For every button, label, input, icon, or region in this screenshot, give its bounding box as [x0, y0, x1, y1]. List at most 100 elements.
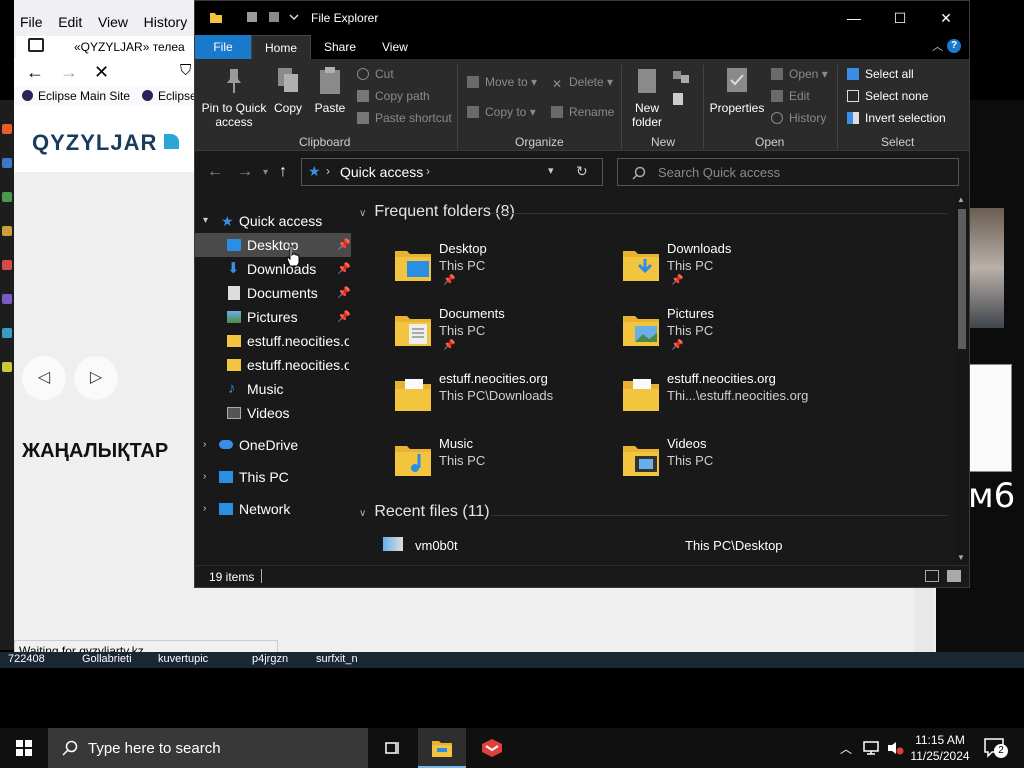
- address-dropdown-icon[interactable]: ▾: [548, 164, 554, 177]
- nav-music[interactable]: ♪ Music: [195, 377, 351, 401]
- scroll-down-icon[interactable]: ▼: [957, 553, 965, 562]
- select-all-button[interactable]: Select all: [847, 67, 914, 81]
- shield-icon[interactable]: ⛉: [180, 62, 191, 79]
- rename-button[interactable]: Rename: [551, 105, 614, 119]
- nav-desktop[interactable]: Desktop 📌: [195, 233, 351, 257]
- pin-icon[interactable]: 📌: [337, 257, 351, 281]
- frequent-folders-header[interactable]: ∨ Frequent folders (8): [359, 203, 515, 221]
- bookmark-eclipse[interactable]: Eclipse: [142, 89, 197, 103]
- open-button[interactable]: Open ▾: [771, 67, 828, 81]
- address-bar[interactable]: ★ › Quick access › ▾ ↻: [301, 158, 603, 186]
- up-icon[interactable]: ↑: [279, 163, 287, 181]
- nav-documents[interactable]: Documents 📌: [195, 281, 351, 305]
- tab-file[interactable]: File: [195, 35, 251, 59]
- task-view-button[interactable]: [368, 728, 416, 768]
- tile-estuff-nested[interactable]: estuff.neocities.org Thi...\estuff.neoci…: [621, 365, 841, 425]
- easy-access-icon[interactable]: [671, 91, 693, 107]
- copy-button[interactable]: Copy: [271, 65, 305, 115]
- close-button[interactable]: ✕: [923, 1, 969, 35]
- nav-this-pc[interactable]: › This PC: [195, 465, 351, 489]
- paste-button[interactable]: Paste: [311, 65, 349, 115]
- tab-share[interactable]: Share: [311, 35, 369, 59]
- taskbar-file-explorer[interactable]: [418, 728, 466, 768]
- nav-network[interactable]: › Network: [195, 497, 351, 521]
- edit-button[interactable]: Edit: [771, 89, 810, 103]
- scrollbar-thumb[interactable]: [958, 209, 966, 349]
- tile-downloads[interactable]: Downloads This PC 📌: [621, 235, 841, 295]
- bookmark-eclipse-main[interactable]: Eclipse Main Site: [22, 89, 130, 103]
- recent-file-row[interactable]: vm0b0t This PC\Desktop: [383, 537, 947, 555]
- properties-icon[interactable]: [245, 10, 259, 24]
- nav-quick-access[interactable]: ▾ ★ Quick access: [195, 209, 351, 233]
- browser-back-icon[interactable]: ←: [26, 62, 44, 83]
- minimize-button[interactable]: —: [831, 1, 877, 35]
- nav-onedrive[interactable]: › OneDrive: [195, 433, 351, 457]
- properties-button[interactable]: Properties: [709, 65, 765, 115]
- recent-locations-icon[interactable]: ▾: [263, 167, 268, 178]
- new-folder-icon[interactable]: [267, 10, 281, 24]
- network-icon[interactable]: [862, 740, 880, 756]
- search-box[interactable]: Search Quick access: [617, 158, 959, 186]
- copy-path-button[interactable]: Copy path: [357, 89, 430, 103]
- tile-desktop[interactable]: Desktop This PC 📌: [393, 235, 613, 295]
- tab-view[interactable]: View: [369, 35, 421, 59]
- content-scrollbar[interactable]: ▲ ▼: [955, 195, 969, 565]
- select-none-button[interactable]: Select none: [847, 89, 928, 103]
- clock[interactable]: 11:15 AM 11/25/2024: [910, 732, 970, 764]
- tab-home[interactable]: Home: [251, 35, 312, 59]
- tile-music[interactable]: Music This PC: [393, 430, 613, 490]
- nav-estuff-1[interactable]: estuff.neocities.org: [195, 329, 351, 353]
- tab-list-icon[interactable]: [28, 38, 44, 52]
- back-icon[interactable]: ←: [207, 163, 223, 181]
- remote-task-item[interactable]: kuvertupic: [158, 653, 208, 665]
- tile-documents[interactable]: Documents This PC 📌: [393, 300, 613, 360]
- site-logo[interactable]: QYZYLJAR: [32, 130, 157, 156]
- remote-task-item[interactable]: Gollabrieti: [82, 653, 132, 665]
- invert-selection-button[interactable]: Invert selection: [847, 111, 946, 125]
- nav-videos[interactable]: Videos: [195, 401, 351, 425]
- nav-downloads[interactable]: ⬇ Downloads 📌: [195, 257, 351, 281]
- new-item-icon[interactable]: [671, 69, 693, 85]
- large-icons-view-icon[interactable]: [947, 570, 961, 582]
- chevron-down-icon[interactable]: [287, 10, 301, 24]
- remote-task-item[interactable]: surfxit_n: [316, 653, 358, 665]
- maximize-button[interactable]: ☐: [877, 1, 923, 35]
- delete-button[interactable]: ✕ Delete ▾: [551, 75, 613, 90]
- browser-menu-edit[interactable]: Edit: [58, 14, 82, 30]
- pin-to-quick-access-button[interactable]: Pin to Quick access: [201, 65, 267, 129]
- forward-icon[interactable]: →: [237, 163, 253, 181]
- taskbar-app-red[interactable]: [468, 728, 516, 768]
- details-view-icon[interactable]: [925, 570, 939, 582]
- browser-menu-history[interactable]: History: [144, 14, 188, 30]
- move-to-button[interactable]: Move to ▾: [467, 75, 537, 89]
- chevron-up-icon[interactable]: ︿: [840, 740, 852, 757]
- paste-shortcut-button[interactable]: Paste shortcut: [357, 111, 452, 125]
- carousel-prev-button[interactable]: ◁: [22, 356, 66, 400]
- taskbar-search[interactable]: Type here to search: [48, 728, 368, 768]
- explorer-titlebar[interactable]: File Explorer — ☐ ✕: [195, 1, 969, 35]
- help-icon[interactable]: ?: [947, 39, 961, 53]
- new-folder-button[interactable]: New folder: [629, 65, 665, 129]
- recent-files-header[interactable]: ∨ Recent files (11): [359, 503, 490, 521]
- nav-pictures[interactable]: Pictures 📌: [195, 305, 351, 329]
- scroll-up-icon[interactable]: ▲: [957, 195, 965, 204]
- browser-menu-view[interactable]: View: [98, 14, 128, 30]
- browser-menu-file[interactable]: File: [20, 14, 43, 30]
- pin-icon[interactable]: 📌: [337, 281, 351, 305]
- tile-videos[interactable]: Videos This PC: [621, 430, 841, 490]
- chevron-up-icon[interactable]: ︿: [932, 38, 943, 54]
- copy-to-button[interactable]: Copy to ▾: [467, 105, 536, 119]
- pin-icon[interactable]: 📌: [337, 305, 351, 329]
- tile-estuff-downloads[interactable]: estuff.neocities.org This PC\Downloads: [393, 365, 613, 425]
- volume-muted-icon[interactable]: [886, 740, 904, 756]
- browser-forward-icon[interactable]: →: [60, 62, 78, 83]
- browser-scrollbar[interactable]: [914, 586, 934, 660]
- cut-button[interactable]: Cut: [357, 67, 394, 81]
- nav-estuff-2[interactable]: estuff.neocities.org: [195, 353, 351, 377]
- pin-icon[interactable]: 📌: [337, 233, 351, 257]
- tile-pictures[interactable]: Pictures This PC 📌: [621, 300, 841, 360]
- remote-task-item[interactable]: p4jrgzn: [252, 653, 288, 665]
- start-button[interactable]: [0, 728, 48, 768]
- refresh-icon[interactable]: ↻: [576, 163, 588, 180]
- carousel-next-button[interactable]: ▷: [74, 356, 118, 400]
